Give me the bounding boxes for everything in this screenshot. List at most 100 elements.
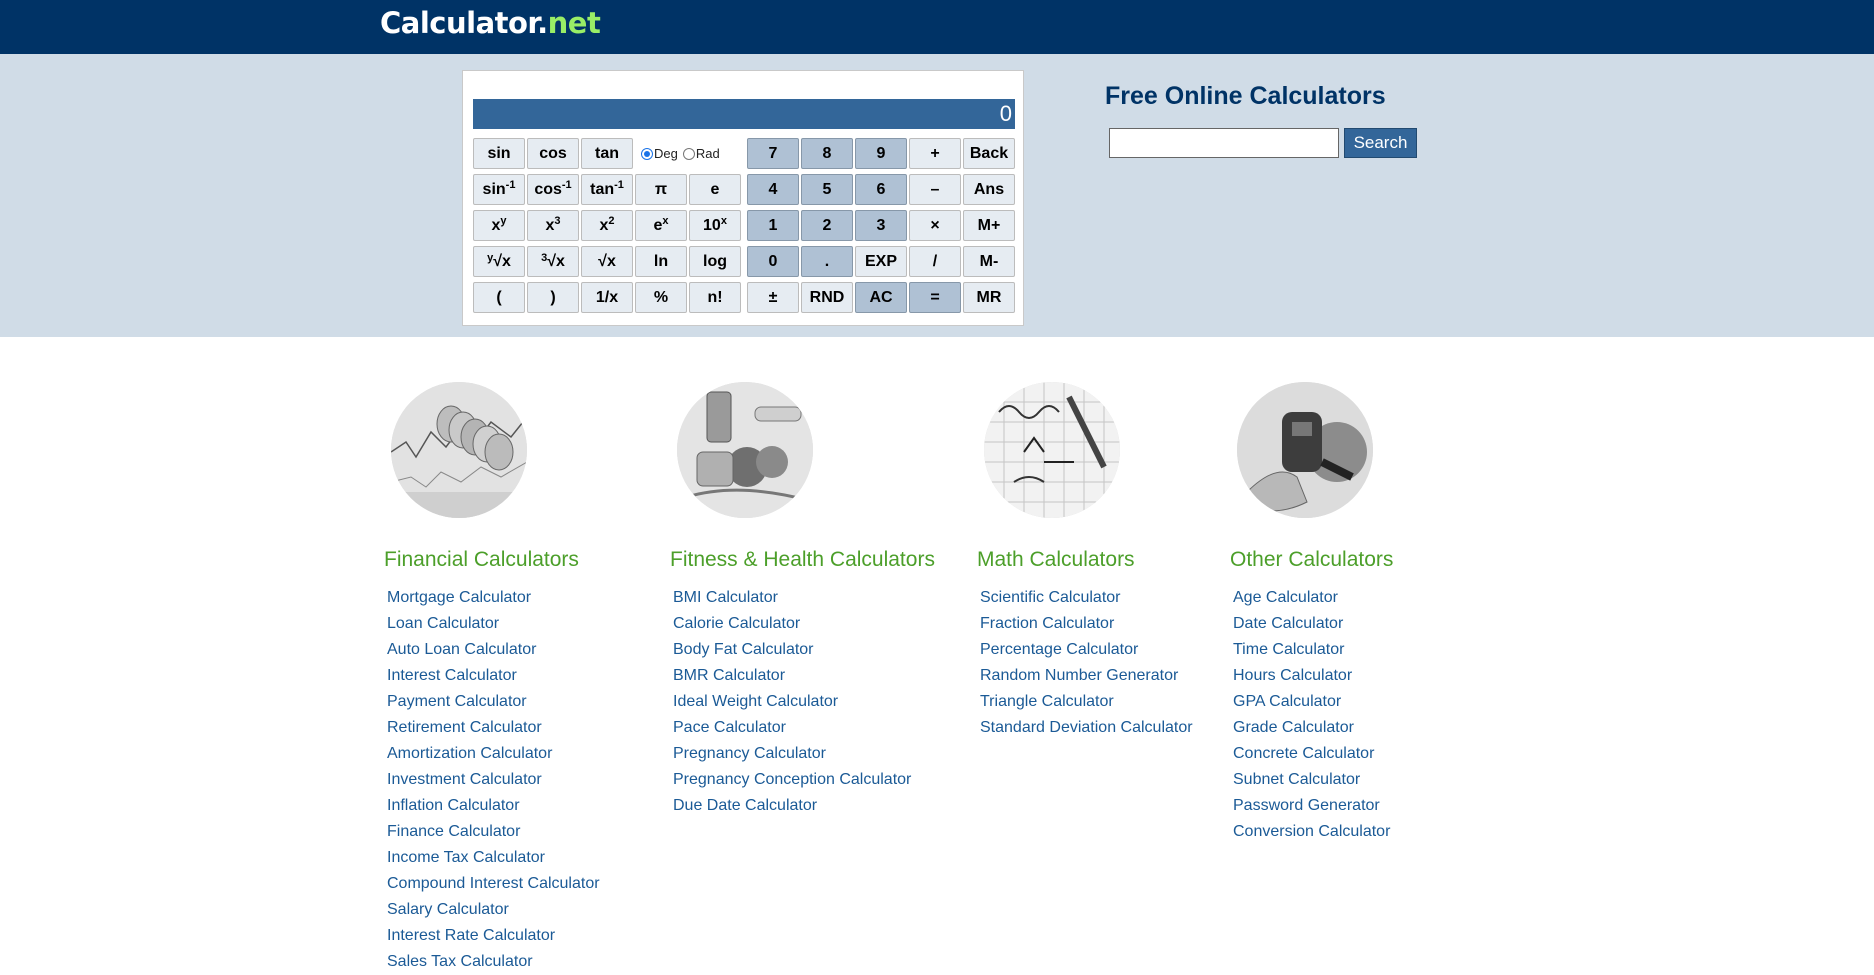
square-key[interactable]: x2	[581, 210, 633, 241]
ten-power-key[interactable]: 10x	[689, 210, 741, 241]
list-item[interactable]: Fraction Calculator	[980, 611, 1193, 637]
list-item[interactable]: Loan Calculator	[387, 611, 600, 637]
category-title[interactable]: Fitness & Health Calculators	[670, 548, 935, 572]
list-item[interactable]: Body Fat Calculator	[673, 637, 911, 663]
cos-key[interactable]: cos	[527, 138, 579, 169]
list-item[interactable]: Age Calculator	[1233, 585, 1390, 611]
list-item[interactable]: GPA Calculator	[1233, 689, 1390, 715]
list-item[interactable]: Pregnancy Calculator	[673, 741, 911, 767]
digit-5-key[interactable]: 5	[801, 174, 853, 205]
reciprocal-key[interactable]: 1/x	[581, 282, 633, 313]
square-root-key[interactable]: √x	[581, 246, 633, 277]
category-title[interactable]: Financial Calculators	[384, 548, 579, 572]
financial-thumbnail-image[interactable]	[391, 382, 527, 518]
list-item[interactable]: Salary Calculator	[387, 897, 600, 923]
list-item[interactable]: Pregnancy Conception Calculator	[673, 767, 911, 793]
digit-3-key[interactable]: 3	[855, 210, 907, 241]
list-item[interactable]: Mortgage Calculator	[387, 585, 600, 611]
list-item[interactable]: Payment Calculator	[387, 689, 600, 715]
plus-minus-key[interactable]: ±	[747, 282, 799, 313]
digit-8-key[interactable]: 8	[801, 138, 853, 169]
arcsin-key[interactable]: sin-1	[473, 174, 525, 205]
pi-key[interactable]: π	[635, 174, 687, 205]
memory-recall-key[interactable]: MR	[963, 282, 1015, 313]
list-item[interactable]: Compound Interest Calculator	[387, 871, 600, 897]
factorial-key[interactable]: n!	[689, 282, 741, 313]
list-item[interactable]: Pace Calculator	[673, 715, 911, 741]
memory-minus-key[interactable]: M-	[963, 246, 1015, 277]
category-title[interactable]: Math Calculators	[977, 548, 1135, 572]
sin-key[interactable]: sin	[473, 138, 525, 169]
open-paren-key[interactable]: (	[473, 282, 525, 313]
list-item[interactable]: BMR Calculator	[673, 663, 911, 689]
digit-6-key[interactable]: 6	[855, 174, 907, 205]
minus-key[interactable]: –	[909, 174, 961, 205]
percent-key[interactable]: %	[635, 282, 687, 313]
arccos-key[interactable]: cos-1	[527, 174, 579, 205]
digit-4-key[interactable]: 4	[747, 174, 799, 205]
list-item[interactable]: Conversion Calculator	[1233, 819, 1390, 845]
exp-key[interactable]: EXP	[855, 246, 907, 277]
list-item[interactable]: Ideal Weight Calculator	[673, 689, 911, 715]
site-logo[interactable]: Calculator.net	[380, 6, 601, 40]
list-item[interactable]: Auto Loan Calculator	[387, 637, 600, 663]
memory-plus-key[interactable]: M+	[963, 210, 1015, 241]
multiply-key[interactable]: ×	[909, 210, 961, 241]
close-paren-key[interactable]: )	[527, 282, 579, 313]
list-item[interactable]: Calorie Calculator	[673, 611, 911, 637]
list-item[interactable]: Interest Calculator	[387, 663, 600, 689]
list-item[interactable]: Subnet Calculator	[1233, 767, 1390, 793]
list-item[interactable]: Password Generator	[1233, 793, 1390, 819]
arctan-key[interactable]: tan-1	[581, 174, 633, 205]
ln-key[interactable]: ln	[635, 246, 687, 277]
list-item[interactable]: Standard Deviation Calculator	[980, 715, 1193, 741]
list-item[interactable]: Due Date Calculator	[673, 793, 911, 819]
power-xy-key[interactable]: xy	[473, 210, 525, 241]
list-item[interactable]: Income Tax Calculator	[387, 845, 600, 871]
fitness-thumbnail-image[interactable]	[677, 382, 813, 518]
rad-radio[interactable]	[682, 148, 695, 160]
search-input[interactable]	[1109, 128, 1339, 158]
equals-key[interactable]: =	[909, 282, 961, 313]
list-item[interactable]: Percentage Calculator	[980, 637, 1193, 663]
list-item[interactable]: Sales Tax Calculator	[387, 949, 600, 975]
decimal-point-key[interactable]: .	[801, 246, 853, 277]
list-item[interactable]: Concrete Calculator	[1233, 741, 1390, 767]
list-item[interactable]: Time Calculator	[1233, 637, 1390, 663]
list-item[interactable]: Random Number Generator	[980, 663, 1193, 689]
cube-key[interactable]: x3	[527, 210, 579, 241]
list-item[interactable]: Hours Calculator	[1233, 663, 1390, 689]
list-item[interactable]: Inflation Calculator	[387, 793, 600, 819]
list-item[interactable]: Retirement Calculator	[387, 715, 600, 741]
exp-ex-key[interactable]: ex	[635, 210, 687, 241]
list-item[interactable]: Grade Calculator	[1233, 715, 1390, 741]
list-item[interactable]: Investment Calculator	[387, 767, 600, 793]
nth-root-key[interactable]: y√x	[473, 246, 525, 277]
category-title[interactable]: Other Calculators	[1230, 548, 1393, 572]
digit-0-key[interactable]: 0	[747, 246, 799, 277]
list-item[interactable]: Triangle Calculator	[980, 689, 1193, 715]
back-key[interactable]: Back	[963, 138, 1015, 169]
list-item[interactable]: Interest Rate Calculator	[387, 923, 600, 949]
digit-2-key[interactable]: 2	[801, 210, 853, 241]
euler-e-key[interactable]: e	[689, 174, 741, 205]
digit-7-key[interactable]: 7	[747, 138, 799, 169]
deg-radio[interactable]	[641, 148, 653, 160]
tan-key[interactable]: tan	[581, 138, 633, 169]
list-item[interactable]: Scientific Calculator	[980, 585, 1193, 611]
search-button[interactable]: Search	[1344, 128, 1417, 158]
math-thumbnail-image[interactable]	[984, 382, 1120, 518]
list-item[interactable]: Finance Calculator	[387, 819, 600, 845]
random-key[interactable]: RND	[801, 282, 853, 313]
list-item[interactable]: BMI Calculator	[673, 585, 911, 611]
all-clear-key[interactable]: AC	[855, 282, 907, 313]
plus-key[interactable]: +	[909, 138, 961, 169]
ans-key[interactable]: Ans	[963, 174, 1015, 205]
other-thumbnail-image[interactable]	[1237, 382, 1373, 518]
digit-1-key[interactable]: 1	[747, 210, 799, 241]
digit-9-key[interactable]: 9	[855, 138, 907, 169]
log-key[interactable]: log	[689, 246, 741, 277]
list-item[interactable]: Amortization Calculator	[387, 741, 600, 767]
divide-key[interactable]: /	[909, 246, 961, 277]
list-item[interactable]: Date Calculator	[1233, 611, 1390, 637]
